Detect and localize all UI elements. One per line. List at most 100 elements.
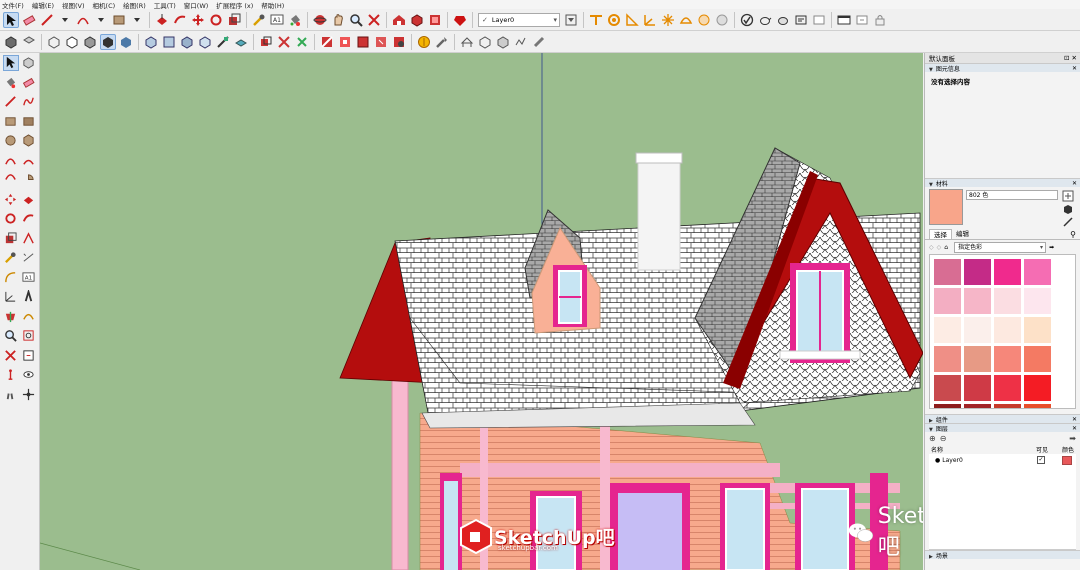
walk-icon[interactable] xyxy=(215,34,231,50)
layer-visible-checkbox[interactable]: ✓ xyxy=(1037,456,1045,464)
rectangle-icon[interactable] xyxy=(3,113,19,129)
details-arrow-icon[interactable]: ➡ xyxy=(1049,244,1054,251)
shaded-with-textures-icon[interactable] xyxy=(100,33,116,50)
forward-arrow-icon[interactable]: ◇ xyxy=(937,244,942,251)
material-swatch-item[interactable] xyxy=(1024,375,1051,401)
material-swatch[interactable] xyxy=(929,189,963,225)
dropdown-icon[interactable] xyxy=(93,12,109,28)
rotate-icon[interactable] xyxy=(208,12,224,28)
fog-icon[interactable] xyxy=(678,12,694,28)
tab-edit[interactable]: 编辑 xyxy=(952,229,973,239)
material-name-field[interactable]: 802 色 xyxy=(966,190,1058,200)
two-point-arc-icon[interactable] xyxy=(20,152,36,168)
material-swatch-item[interactable] xyxy=(1024,404,1051,408)
window-icon[interactable] xyxy=(836,12,852,28)
axes-icon[interactable] xyxy=(642,12,658,28)
material-swatch-item[interactable] xyxy=(964,317,991,343)
zoom-icon[interactable] xyxy=(3,328,19,344)
section-plane-icon[interactable] xyxy=(588,12,604,28)
components-header[interactable]: ▶ 组件 ✕ xyxy=(925,414,1080,424)
iso-view-icon[interactable] xyxy=(3,34,19,50)
offset-icon[interactable] xyxy=(20,230,36,246)
add-layer-icon[interactable]: ⊕ xyxy=(929,434,936,443)
layers-details-icon[interactable]: ➡ xyxy=(1069,434,1076,443)
orbit-axis-icon[interactable] xyxy=(20,386,36,402)
zoom-window-icon[interactable] xyxy=(20,328,36,344)
frame-buffer-icon[interactable] xyxy=(811,12,827,28)
tools-icon[interactable] xyxy=(434,34,450,50)
rectangle-icon[interactable] xyxy=(111,12,127,28)
right-cube-icon[interactable] xyxy=(197,34,213,50)
dropdown-icon[interactable] xyxy=(563,12,579,28)
close-icon[interactable]: ✕ xyxy=(1072,180,1077,187)
material-swatch-item[interactable] xyxy=(934,259,961,285)
material-swatch-item[interactable] xyxy=(994,375,1021,401)
zoom-extents-icon[interactable] xyxy=(3,347,19,363)
move-icon[interactable] xyxy=(3,191,19,207)
layer-row[interactable]: ● Layer0 ✓ xyxy=(929,454,1076,466)
dropdown-icon[interactable] xyxy=(129,12,145,28)
walk-icon[interactable] xyxy=(3,386,19,402)
scenes-header[interactable]: ▶ 场景 xyxy=(925,550,1080,560)
make-component-icon[interactable] xyxy=(20,55,36,71)
outer-shell-icon[interactable] xyxy=(355,34,371,50)
material-swatch-item[interactable] xyxy=(994,317,1021,343)
back-edges-icon[interactable] xyxy=(64,34,80,50)
three-point-arc-icon[interactable] xyxy=(3,172,19,188)
material-swatch-item[interactable] xyxy=(994,288,1021,314)
delete-layer-icon[interactable]: ⊖ xyxy=(940,434,947,443)
trim-icon[interactable] xyxy=(319,34,335,50)
material-swatch-item[interactable] xyxy=(934,317,961,343)
material-swatch-item[interactable] xyxy=(1024,346,1051,372)
polygon-icon[interactable] xyxy=(20,133,36,149)
pin-icon[interactable]: ⊡ ✕ xyxy=(1064,54,1077,62)
3d-text-icon[interactable] xyxy=(20,289,36,305)
material-swatch-item[interactable] xyxy=(1024,288,1051,314)
position-camera-icon[interactable] xyxy=(233,34,249,50)
eraser-icon[interactable] xyxy=(20,74,36,90)
export-icon[interactable] xyxy=(854,12,870,28)
solid-tools-icon[interactable] xyxy=(373,34,389,50)
text-icon[interactable]: A1 xyxy=(20,269,36,285)
follow-me-icon[interactable] xyxy=(172,12,188,28)
ruby-icon[interactable] xyxy=(452,12,468,28)
sample-paint-icon[interactable] xyxy=(1062,216,1074,228)
rotate-icon[interactable] xyxy=(3,211,19,227)
protractor-icon[interactable] xyxy=(624,12,640,28)
library-dropdown[interactable]: 指定色彩 ▾ xyxy=(954,241,1047,253)
back-arrow-icon[interactable]: ◇ xyxy=(929,244,934,251)
material-swatch-item[interactable] xyxy=(964,346,991,372)
front-cube-icon[interactable] xyxy=(179,34,195,50)
material-swatch-item[interactable] xyxy=(1024,317,1051,343)
zoom-extents-icon[interactable] xyxy=(366,12,382,28)
rotated-rectangle-icon[interactable] xyxy=(20,113,36,129)
style-icon[interactable] xyxy=(714,12,730,28)
active-layer-radio[interactable]: ● xyxy=(935,457,940,464)
union-icon[interactable] xyxy=(276,34,292,50)
close-icon[interactable]: ✕ xyxy=(1072,65,1077,72)
dimension-icon[interactable] xyxy=(20,250,36,266)
eraser-icon[interactable] xyxy=(21,12,37,28)
scale-icon[interactable] xyxy=(226,12,242,28)
dropdown-icon[interactable] xyxy=(57,12,73,28)
select-icon[interactable] xyxy=(3,11,19,28)
paint-bucket-icon[interactable] xyxy=(3,74,19,90)
section-plane-icon[interactable] xyxy=(3,308,19,324)
look-around-icon[interactable] xyxy=(20,367,36,383)
monochrome-icon[interactable] xyxy=(118,34,134,50)
materials-header[interactable]: ▼ 材料 ✕ xyxy=(925,178,1080,188)
push-pull-icon[interactable] xyxy=(20,191,36,207)
smoove-icon[interactable] xyxy=(495,34,511,50)
zoom-icon[interactable] xyxy=(348,12,364,28)
entity-info-header[interactable]: ▼ 图元信息 ✕ xyxy=(925,63,1080,73)
push-pull-icon[interactable] xyxy=(154,12,170,28)
home-icon[interactable]: ⌂ xyxy=(944,244,948,251)
warehouse-icon[interactable] xyxy=(391,12,407,28)
select-icon[interactable] xyxy=(2,54,19,71)
top-view-icon[interactable] xyxy=(21,34,37,50)
tab-select[interactable]: 选择 xyxy=(929,229,952,239)
default-material-icon[interactable] xyxy=(1062,203,1074,215)
axes-icon[interactable] xyxy=(3,289,19,305)
material-swatch-item[interactable] xyxy=(1024,259,1051,285)
freehand-icon[interactable] xyxy=(20,94,36,110)
